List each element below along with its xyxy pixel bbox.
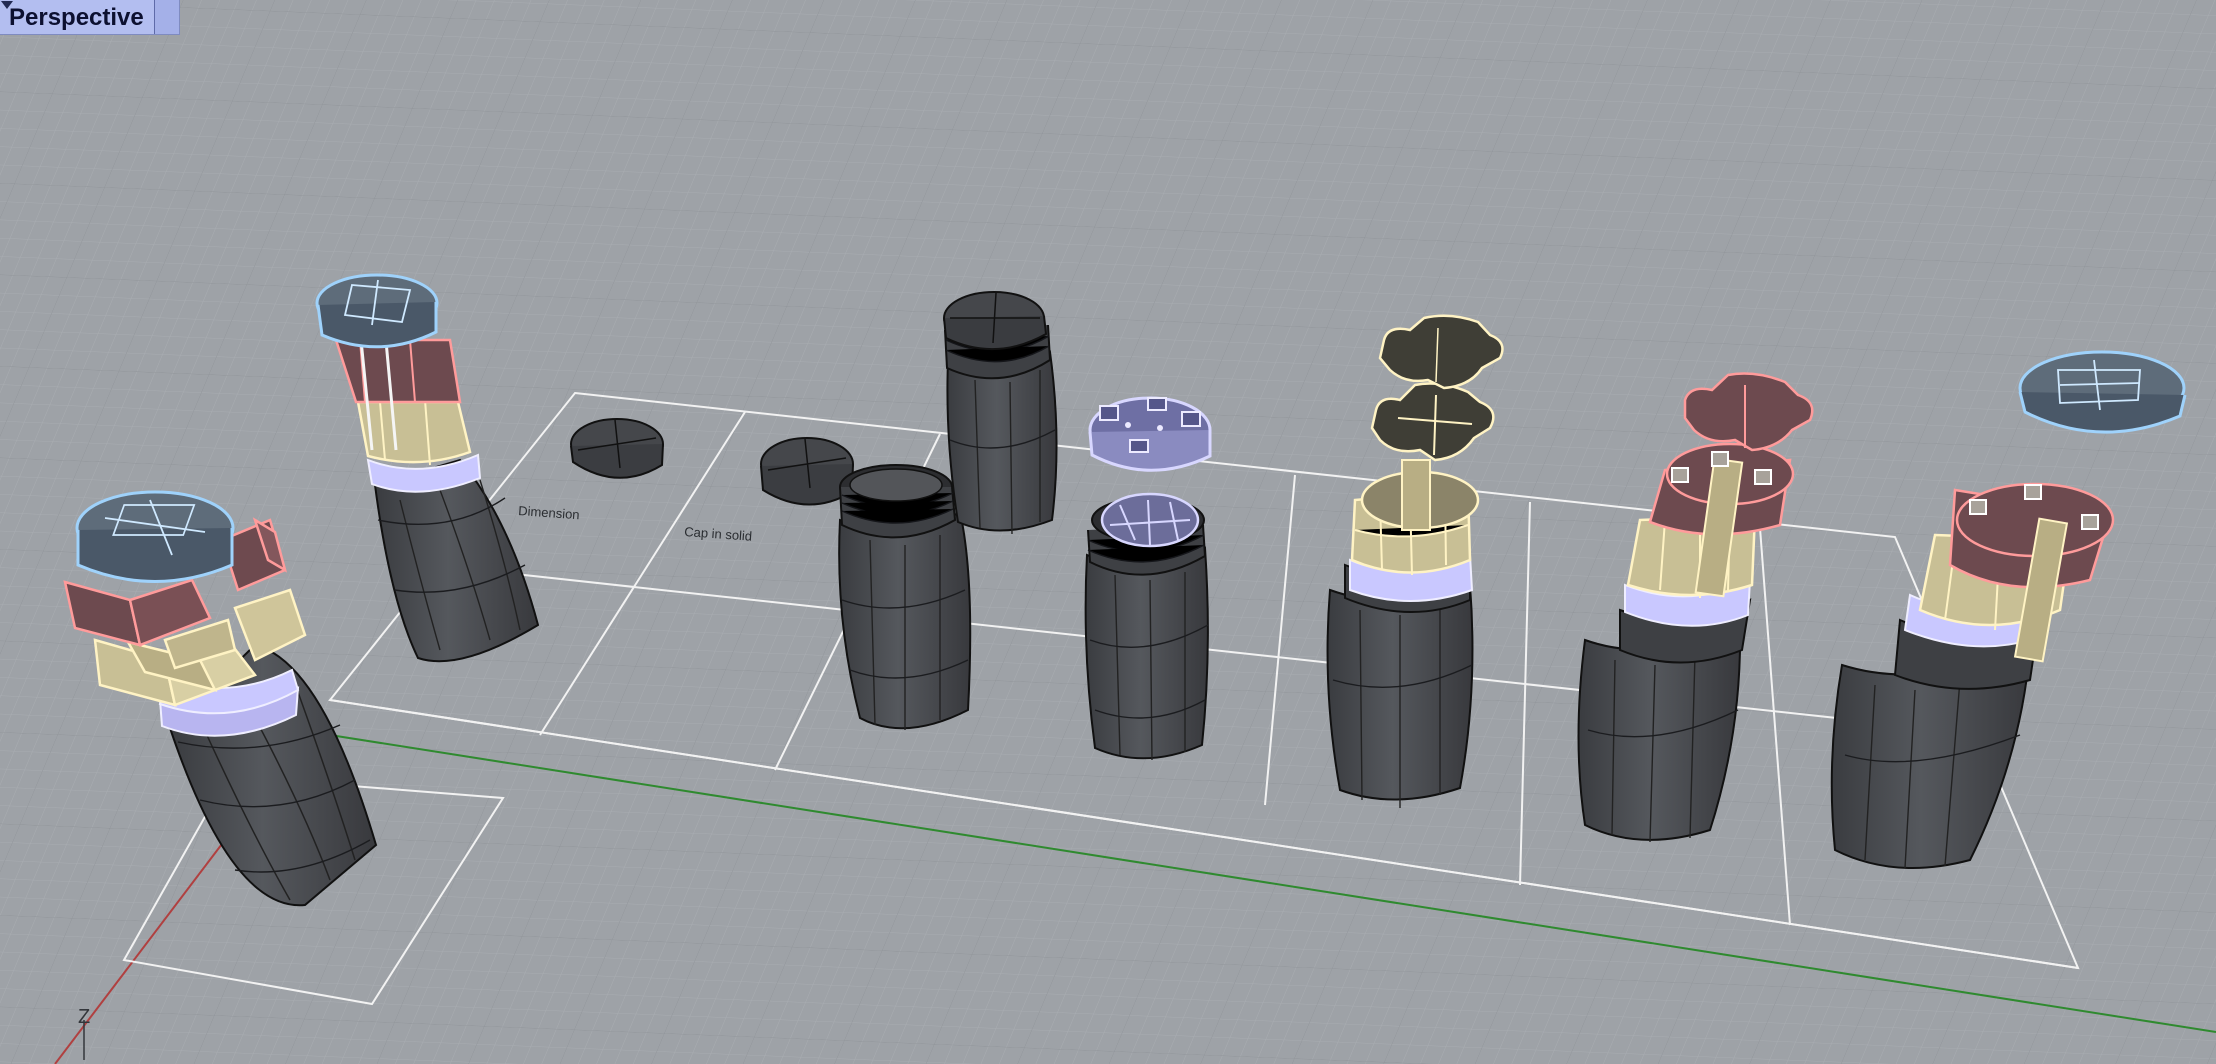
viewport-canvas[interactable]: Dimension Cap in solid Z xyxy=(0,0,2216,1064)
bottle-closed[interactable] xyxy=(943,291,1058,535)
bottle-open[interactable] xyxy=(838,464,972,730)
viewport-title[interactable]: Perspective xyxy=(0,0,154,34)
assembly-lavender[interactable] xyxy=(1084,396,1212,761)
cap-dimension[interactable] xyxy=(570,418,664,479)
cap-in-solid[interactable] xyxy=(760,437,854,506)
viewport-title-tab[interactable]: Perspective xyxy=(0,0,180,35)
triangle-down-icon xyxy=(1,1,13,9)
viewport-menu-button[interactable] xyxy=(1,0,179,34)
z-axis-label: Z xyxy=(78,1006,90,1028)
perspective-viewport[interactable]: Dimension Cap in solid Z Perspective xyxy=(0,0,2216,1064)
